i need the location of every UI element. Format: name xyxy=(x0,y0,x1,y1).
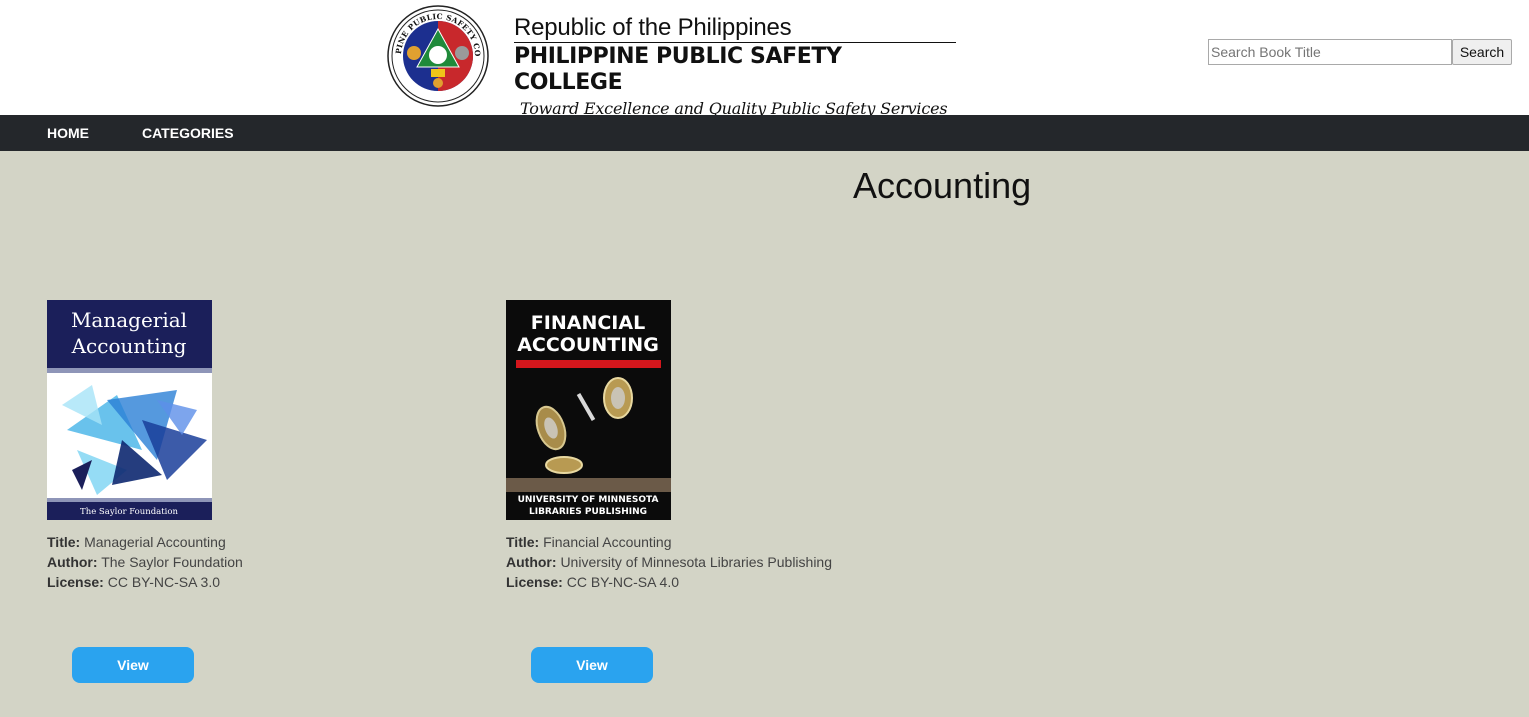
book-title-row: Title: Managerial Accounting xyxy=(47,534,226,550)
nav-home[interactable]: HOME xyxy=(47,115,89,151)
header-college-name: PHILIPPINE PUBLIC SAFETY COLLEGE xyxy=(514,44,842,95)
site-header: PHILIPPINE PUBLIC SAFETY COLLEGE Republi… xyxy=(0,0,1529,118)
svg-text:The Saylor Foundation: The Saylor Foundation xyxy=(80,507,178,517)
svg-text:LIBRARIES PUBLISHING: LIBRARIES PUBLISHING xyxy=(529,507,647,517)
view-button[interactable]: View xyxy=(72,647,194,683)
page-title: Accounting xyxy=(853,165,1032,206)
svg-text:FINANCIAL: FINANCIAL xyxy=(531,312,645,334)
book-license: CC BY-NC-SA 4.0 xyxy=(566,574,680,590)
book-title: Managerial Accounting xyxy=(84,534,226,550)
college-seal-logo: PHILIPPINE PUBLIC SAFETY COLLEGE xyxy=(387,5,489,107)
book-cover-financial-accounting[interactable]: FINANCIAL ACCOUNTING UNIVERSITY OF MINNE… xyxy=(506,300,671,520)
book-cover-managerial-accounting[interactable]: Managerial Accounting The Saylor Foundat… xyxy=(47,300,212,520)
svg-text:Accounting: Accounting xyxy=(71,334,187,358)
view-button[interactable]: View xyxy=(531,647,653,683)
header-country: Republic of the Philippines xyxy=(514,14,792,41)
book-meta: Title: Managerial Accounting Author: The… xyxy=(47,532,467,592)
book-author: University of Minnesota Libraries Publis… xyxy=(560,554,833,570)
book-author: The Saylor Foundation xyxy=(101,554,243,570)
search-button[interactable]: Search xyxy=(1452,39,1512,65)
book-author-row: Author: The Saylor Foundation xyxy=(47,554,243,570)
book-author-row: Author: University of Minnesota Librarie… xyxy=(506,554,833,570)
book-title: Financial Accounting xyxy=(543,534,672,550)
book-license-row: License: CC BY-NC-SA 3.0 xyxy=(47,574,221,590)
book-card: Managerial Accounting The Saylor Foundat… xyxy=(47,300,467,683)
svg-text:Managerial: Managerial xyxy=(71,308,187,332)
main-navbar: HOME CATEGORIES xyxy=(0,115,1529,151)
header-title-block: Republic of the Philippines PHILIPPINE P… xyxy=(514,14,956,120)
search-input[interactable] xyxy=(1208,39,1452,65)
book-title-row: Title: Financial Accounting xyxy=(506,534,672,550)
book-license: CC BY-NC-SA 3.0 xyxy=(107,574,221,590)
nav-categories[interactable]: CATEGORIES xyxy=(142,115,234,151)
book-meta: Title: Financial Accounting Author: Univ… xyxy=(506,532,926,592)
book-license-row: License: CC BY-NC-SA 4.0 xyxy=(506,574,680,590)
svg-text:ACCOUNTING: ACCOUNTING xyxy=(517,334,659,356)
book-card: FINANCIAL ACCOUNTING UNIVERSITY OF MINNE… xyxy=(506,300,926,683)
svg-text:UNIVERSITY OF MINNESOTA: UNIVERSITY OF MINNESOTA xyxy=(518,495,659,505)
header-divider xyxy=(514,42,956,43)
